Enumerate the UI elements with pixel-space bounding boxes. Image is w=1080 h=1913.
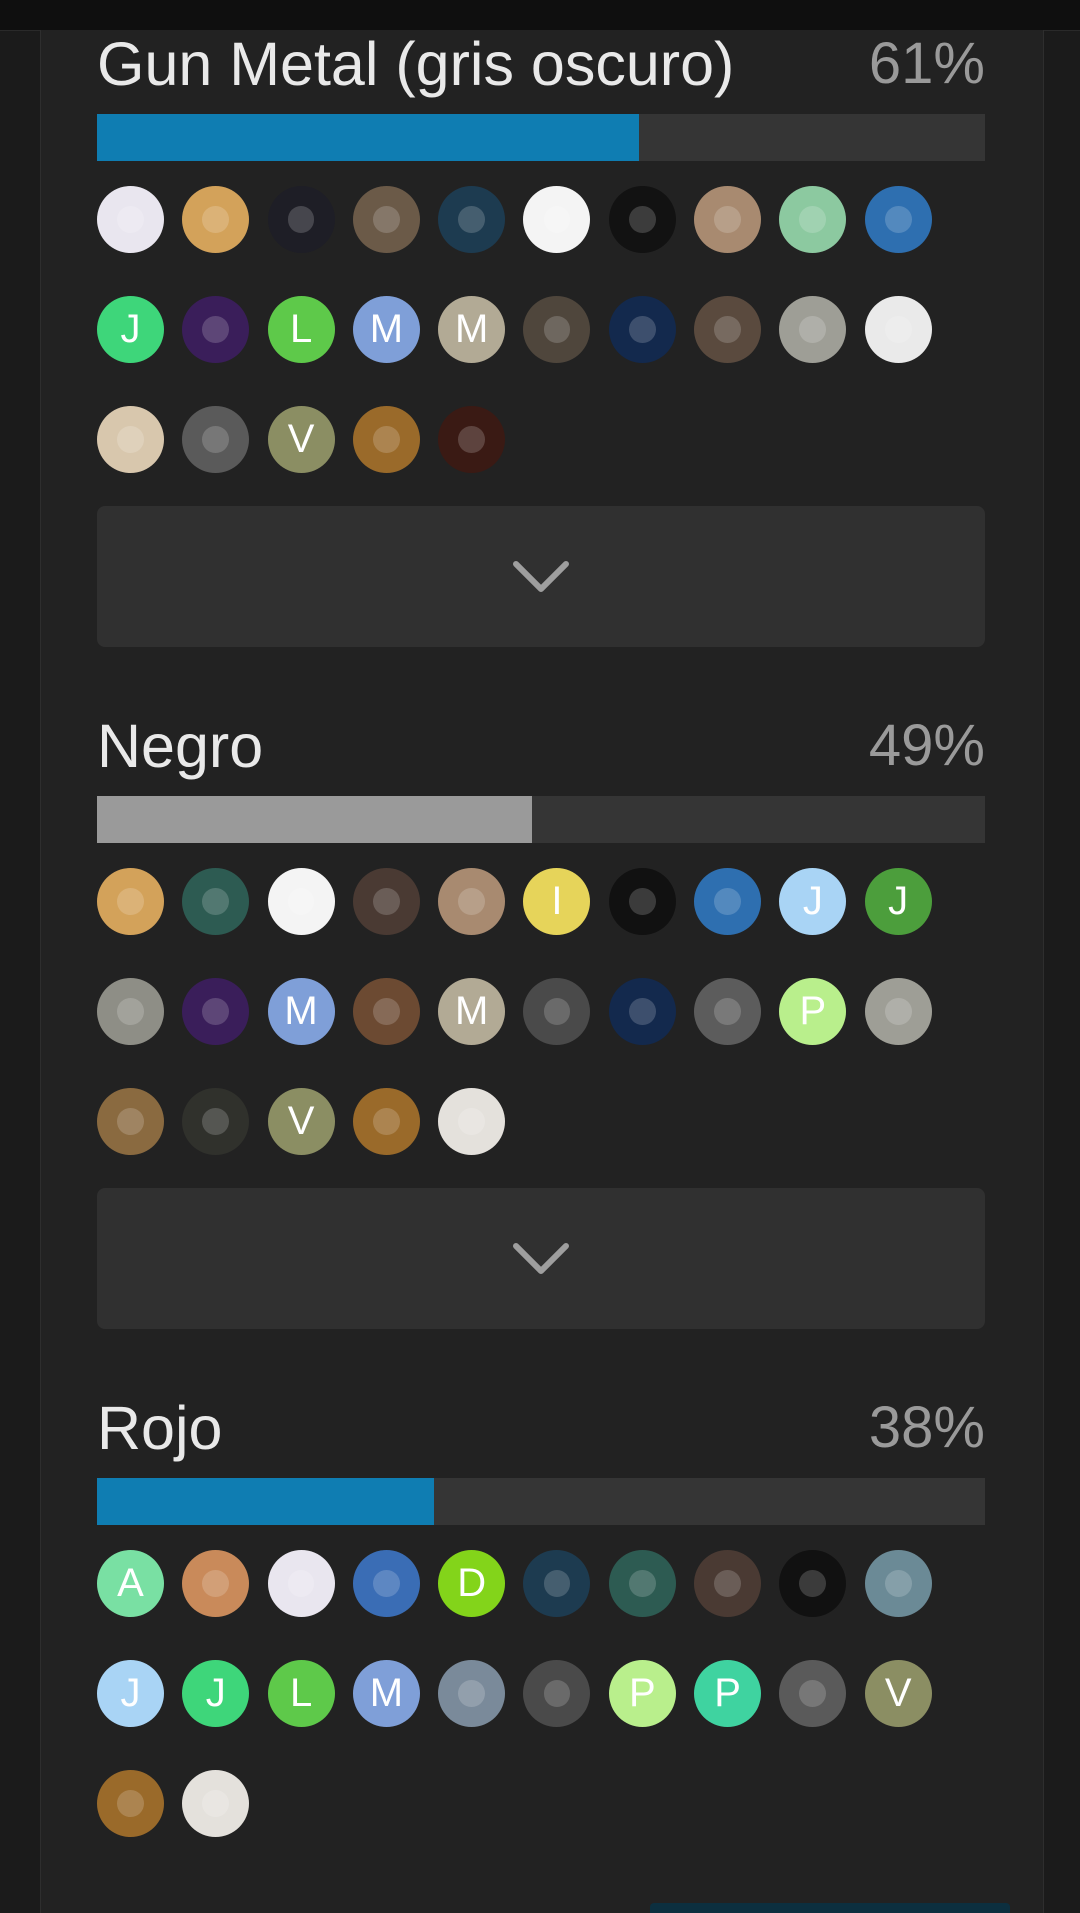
person-avatar[interactable] xyxy=(523,978,591,1045)
fox-avatar[interactable] xyxy=(438,868,506,935)
box-avatar[interactable] xyxy=(182,186,250,253)
voter-avatar[interactable]: P xyxy=(694,1660,762,1727)
poll-option: Gun Metal (gris oscuro) 61% JLMMV xyxy=(97,28,985,647)
chevron-down-icon xyxy=(513,1242,569,1274)
badger-avatar[interactable] xyxy=(779,1550,847,1617)
progress-bar-fill xyxy=(97,1478,435,1525)
person-avatar[interactable] xyxy=(694,1550,762,1617)
statue-avatar[interactable] xyxy=(779,296,847,363)
cookie-monster-avatar[interactable] xyxy=(97,406,164,473)
voter-avatar[interactable]: J xyxy=(97,296,164,363)
person-avatar[interactable] xyxy=(182,1088,250,1155)
voter-avatar[interactable]: J xyxy=(182,1660,250,1727)
voter-avatar[interactable]: J xyxy=(97,1660,164,1727)
emblem-avatar[interactable] xyxy=(352,1088,420,1155)
person-avatar[interactable] xyxy=(352,868,420,935)
voter-avatar[interactable]: V xyxy=(864,1660,932,1727)
voter-avatar[interactable]: M xyxy=(352,296,420,363)
option-header: Negro 49% xyxy=(97,710,985,782)
pirate-avatar[interactable] xyxy=(182,1550,250,1617)
box-avatar[interactable] xyxy=(97,868,164,935)
apple-avatar[interactable] xyxy=(779,1660,847,1727)
option-label: Negro xyxy=(97,712,264,780)
expand-voters-button[interactable] xyxy=(97,506,985,647)
voter-avatar[interactable]: P xyxy=(608,1660,676,1727)
revolver-avatar[interactable] xyxy=(97,1088,164,1155)
progress-bar xyxy=(97,114,985,161)
person-avatar[interactable] xyxy=(694,296,762,363)
collage-avatar[interactable] xyxy=(352,1550,420,1617)
document-avatar[interactable] xyxy=(267,1550,335,1617)
voter-avatars: I JJ M M P V xyxy=(97,868,985,1155)
option-label: Gun Metal (gris oscuro) xyxy=(97,30,735,98)
progress-bar xyxy=(97,1478,985,1525)
cowboy-avatar[interactable] xyxy=(438,1660,506,1727)
knives-avatar[interactable] xyxy=(523,186,591,253)
option-percent: 38% xyxy=(868,1395,985,1460)
voter-avatar[interactable]: D xyxy=(438,1550,506,1617)
space-avatar[interactable] xyxy=(267,186,335,253)
landscape-avatar[interactable] xyxy=(864,1550,932,1617)
chevron-down-icon xyxy=(513,560,569,592)
voter-avatars: JLMMV xyxy=(97,186,985,473)
voter-avatar[interactable]: L xyxy=(267,1660,335,1727)
badger-avatar[interactable] xyxy=(608,868,676,935)
option-percent: 49% xyxy=(868,713,985,778)
poll-option: Rojo 38% ADJJLMPPV xyxy=(97,1392,985,1837)
option-label: Rojo xyxy=(97,1394,223,1462)
bottom-bar xyxy=(650,1903,1010,1913)
cartoon-avatar[interactable] xyxy=(182,978,250,1045)
option-header: Rojo 38% xyxy=(97,1392,985,1464)
cartoon-avatar[interactable] xyxy=(864,186,932,253)
progress-bar xyxy=(97,796,985,843)
voter-avatars: ADJJLMPPV xyxy=(97,1550,985,1837)
mandala-avatar[interactable] xyxy=(523,1550,591,1617)
voter-avatar[interactable]: A xyxy=(97,1550,164,1617)
detective-avatar[interactable] xyxy=(97,978,164,1045)
option-percent: 61% xyxy=(868,31,985,96)
emblem-avatar[interactable] xyxy=(352,406,420,473)
voter-avatar[interactable]: P xyxy=(779,978,847,1045)
top-bar xyxy=(0,0,1080,31)
voter-avatar[interactable]: J xyxy=(779,868,847,935)
silhouette-avatar[interactable] xyxy=(438,406,506,473)
progress-bar-fill xyxy=(97,796,533,843)
person-avatar[interactable] xyxy=(608,978,676,1045)
monkey-avatar[interactable] xyxy=(352,978,420,1045)
option-header: Gun Metal (gris oscuro) 61% xyxy=(97,28,985,100)
cartoon-avatar[interactable] xyxy=(694,868,762,935)
voter-avatar[interactable]: V xyxy=(267,406,335,473)
document-avatar[interactable] xyxy=(97,186,164,253)
person-avatar[interactable] xyxy=(608,186,676,253)
person-avatar[interactable] xyxy=(523,1660,591,1727)
voter-avatar[interactable]: L xyxy=(267,296,335,363)
apple-avatar[interactable] xyxy=(182,406,250,473)
poll-option: Negro 49% I JJ M M P V xyxy=(97,710,985,1329)
turtle-avatar[interactable] xyxy=(182,868,250,935)
statue-avatar[interactable] xyxy=(864,296,932,363)
person-avatar[interactable] xyxy=(352,186,420,253)
expand-voters-button[interactable] xyxy=(97,1188,985,1329)
voter-avatar[interactable]: I xyxy=(523,868,591,935)
cartoon-avatar[interactable] xyxy=(182,296,250,363)
voter-avatar[interactable]: J xyxy=(864,868,932,935)
fox-avatar[interactable] xyxy=(694,186,762,253)
newspaper-avatar[interactable] xyxy=(182,1770,250,1837)
person-avatar[interactable] xyxy=(694,978,762,1045)
voter-avatar[interactable]: M xyxy=(438,296,506,363)
person-avatar[interactable] xyxy=(523,296,591,363)
progress-bar-fill xyxy=(97,114,639,161)
voter-avatar[interactable]: M xyxy=(352,1660,420,1727)
emblem-avatar[interactable] xyxy=(97,1770,164,1837)
newspaper-avatar[interactable] xyxy=(438,1088,506,1155)
voter-avatar[interactable]: V xyxy=(267,1088,335,1155)
knives-avatar[interactable] xyxy=(267,868,335,935)
turtle-avatar[interactable] xyxy=(608,1550,676,1617)
statue-avatar[interactable] xyxy=(864,978,932,1045)
dinosaur-avatar[interactable] xyxy=(779,186,847,253)
voter-avatar[interactable]: M xyxy=(267,978,335,1045)
mandala-avatar[interactable] xyxy=(438,186,506,253)
person-avatar[interactable] xyxy=(608,296,676,363)
voter-avatar[interactable]: M xyxy=(438,978,506,1045)
